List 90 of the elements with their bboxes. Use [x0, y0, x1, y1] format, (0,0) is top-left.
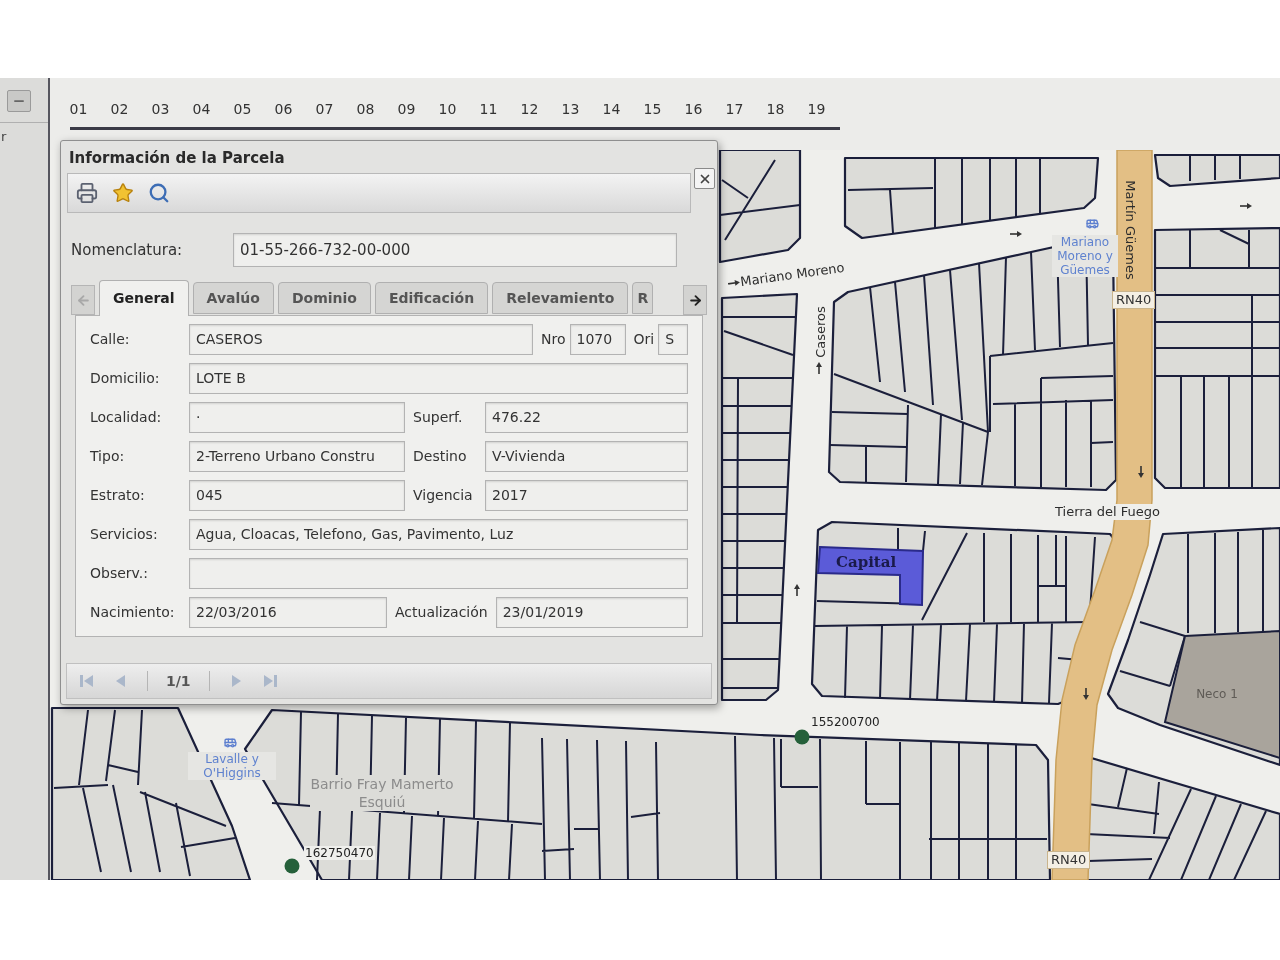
text-field[interactable]: 476.22 [485, 402, 688, 433]
scroll-right-button[interactable] [683, 285, 707, 315]
area-label: Barrio Fray Mamerto Esquiú [310, 775, 454, 811]
tab[interactable]: Relevamiento [492, 282, 629, 314]
text-field[interactable]: · [189, 402, 405, 433]
tab[interactable]: Dominio [277, 282, 371, 314]
arrow-right-icon [687, 292, 703, 308]
ruler-number: 13 [560, 100, 581, 118]
close-button[interactable] [694, 168, 715, 189]
text-field[interactable]: V-Vivienda [485, 441, 688, 472]
highlighted-parcel[interactable] [816, 545, 924, 607]
bus-icon [1086, 217, 1099, 230]
bus-icon [224, 736, 237, 749]
field-label: Destino [412, 447, 468, 466]
star-icon[interactable] [112, 182, 134, 204]
text-field[interactable]: 1070 [569, 324, 626, 355]
street-label: Martín Güemes [1121, 180, 1138, 280]
search-icon[interactable] [148, 182, 170, 204]
street-label: Mariano Moreno [739, 259, 846, 291]
ruler-number: 04 [191, 100, 212, 118]
field-label: Servicios: [90, 525, 159, 544]
field-label: Actualización [394, 603, 489, 622]
field-label: Nro [540, 330, 567, 349]
text-field[interactable] [189, 558, 688, 589]
tab[interactable]: Avalúo [192, 282, 274, 314]
street-label: Tierra del Fuego [1053, 504, 1162, 520]
area-label: Neco 1 [1195, 686, 1239, 702]
arrow-icon [1082, 688, 1090, 700]
ruler-number: 02 [109, 100, 130, 118]
text-field[interactable]: 2017 [485, 480, 688, 511]
arrow-icon [1240, 202, 1252, 210]
route-label: RN40 [1047, 851, 1091, 869]
field-label: Nacimiento: [90, 603, 176, 622]
ruler-number: 19 [806, 100, 827, 118]
field-label: Domicilio: [90, 369, 161, 388]
arrow-icon [815, 362, 823, 374]
field-label: Nomenclatura: [71, 239, 184, 261]
ruler-number: 06 [273, 100, 294, 118]
point-label: 162750470 [304, 846, 375, 860]
ruler-number: 18 [765, 100, 786, 118]
ruler-number: 14 [601, 100, 622, 118]
tab[interactable]: R [632, 282, 654, 314]
bus-stop-label: Lavalle y O'Higgins [188, 752, 276, 780]
street-label: Caseros [812, 306, 829, 358]
arrow-icon [1010, 230, 1022, 238]
text-field[interactable]: Agua, Cloacas, Telefono, Gas, Pavimento, Luz [189, 519, 688, 550]
ruler-number: 07 [314, 100, 335, 118]
ruler-number: 17 [724, 100, 745, 118]
field-label: Tipo: [90, 447, 126, 466]
parcel-label: Capital [836, 553, 897, 571]
arrow-icon [1137, 466, 1145, 478]
field-label: Calle: [90, 330, 131, 349]
text-field[interactable]: CASEROS [189, 324, 533, 355]
field-label: Vigencia [412, 486, 474, 505]
ruler-number: 03 [150, 100, 171, 118]
point-marker-icon[interactable] [284, 858, 300, 874]
text-field[interactable]: 01-55-266-732-00-000 [233, 233, 677, 267]
panel-text: r [0, 129, 8, 145]
ruler-number: 09 [396, 100, 417, 118]
field-label: Ori [632, 330, 656, 349]
text-field[interactable]: S [658, 324, 688, 355]
ruler-number: 01 [68, 100, 89, 118]
ruler-number: 11 [478, 100, 499, 118]
field-label: Superf. [412, 408, 464, 427]
ruler-number: 10 [437, 100, 458, 118]
ruler-number: 15 [642, 100, 663, 118]
ruler-number: 08 [355, 100, 376, 118]
field-label: Localidad: [90, 408, 163, 427]
ruler-number: 12 [519, 100, 540, 118]
arrow-icon [793, 584, 801, 596]
dialog-title: Información de la Parcela [68, 147, 286, 169]
text-field[interactable]: LOTE B [189, 363, 688, 394]
text-field[interactable]: 22/03/2016 [189, 597, 387, 628]
point-marker-icon[interactable] [794, 729, 810, 745]
bus-stop-label: Mariano Moreno y Güemes [1052, 235, 1118, 277]
page-indicator: 1/1 [166, 671, 191, 691]
collapse-button[interactable] [7, 90, 31, 112]
printer-icon[interactable] [76, 182, 98, 204]
arrow-icon [727, 278, 741, 288]
tab[interactable]: Edificación [374, 282, 489, 314]
point-label: 155200700 [811, 715, 880, 729]
tab[interactable]: General [99, 280, 189, 316]
text-field[interactable]: 045 [189, 480, 405, 511]
ruler-number: 05 [232, 100, 253, 118]
ruler-number: 16 [683, 100, 704, 118]
field-label: Estrato: [90, 486, 146, 505]
text-field[interactable]: 2-Terreno Urbano Constru [189, 441, 405, 472]
route-label: RN40 [1112, 291, 1156, 309]
field-label: Observ.: [90, 564, 149, 583]
text-field[interactable]: 23/01/2019 [495, 597, 688, 628]
